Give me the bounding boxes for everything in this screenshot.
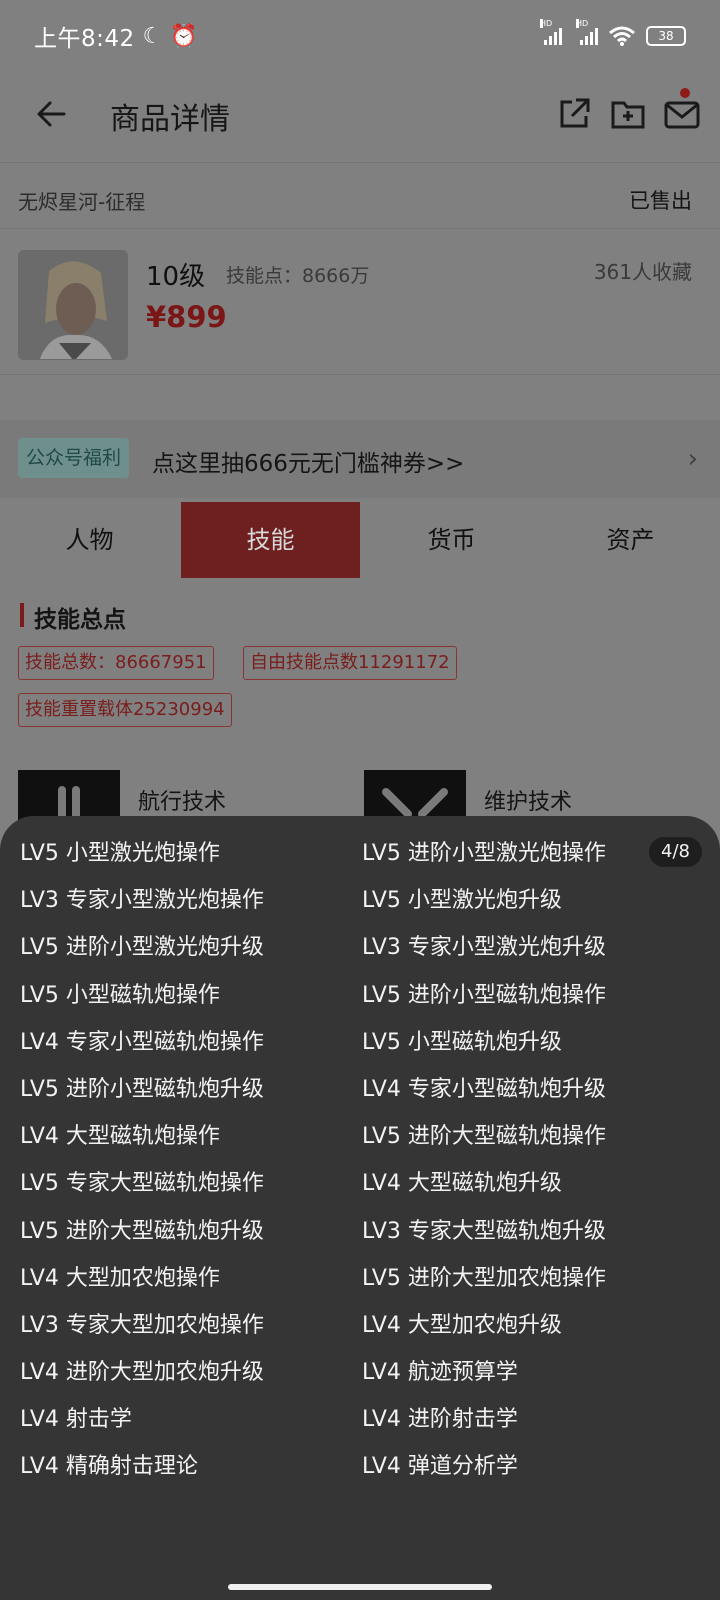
status-badge: 已售出 bbox=[629, 189, 692, 213]
tab-assets[interactable]: 资产 bbox=[541, 502, 720, 578]
skill-item: LV5 进阶小型激光炮操作 bbox=[362, 841, 606, 866]
skill-item: LV4 大型磁轨炮操作 bbox=[20, 1124, 220, 1150]
skill-points: 技能点：8666万 bbox=[226, 265, 370, 287]
message-icon[interactable] bbox=[662, 94, 702, 134]
skill-reset-chip: 技能重置载体25230994 bbox=[18, 693, 232, 727]
moon-icon: ☾ bbox=[142, 23, 163, 49]
skill-item: LV4 弹道分析学 bbox=[362, 1454, 518, 1480]
status-bar: 上午8:42 ☾ ⏰ HD HD 38 bbox=[0, 0, 720, 72]
promo-tag: 公众号福利 bbox=[18, 438, 130, 478]
tab-bar: 人物 技能 货币 资产 bbox=[0, 502, 720, 578]
skill-item: LV3 专家小型激光炮操作 bbox=[20, 888, 264, 914]
account-level: 10级 bbox=[146, 262, 206, 292]
skill-item: LV3 专家小型激光炮升级 bbox=[362, 935, 606, 961]
network-type-label: HD bbox=[576, 19, 589, 28]
alarm-icon: ⏰ bbox=[170, 23, 198, 49]
skill-item: LV5 小型激光炮操作 bbox=[20, 841, 220, 866]
section-title: 技能总点 bbox=[34, 607, 126, 633]
character-portrait-image bbox=[19, 251, 127, 359]
network-type-label: HD bbox=[540, 19, 553, 28]
skill-item: LV5 小型磁轨炮升级 bbox=[362, 1029, 562, 1055]
folder-add-icon[interactable] bbox=[608, 94, 648, 134]
free-skill-points-chip: 自由技能点数11291172 bbox=[243, 646, 457, 680]
skill-item: LV4 专家小型磁轨炮操作 bbox=[20, 1029, 264, 1055]
skill-item: LV5 小型磁轨炮操作 bbox=[20, 982, 220, 1008]
skill-item: LV4 大型加农炮操作 bbox=[20, 1265, 220, 1291]
skill-item: LV5 进阶小型激光炮升级 bbox=[20, 935, 264, 961]
share-icon[interactable] bbox=[554, 94, 594, 134]
signal-icon: HD bbox=[540, 19, 562, 45]
section-marker bbox=[20, 603, 24, 627]
skill-total-chip: 技能总数：86667951 bbox=[18, 646, 214, 680]
battery-icon: 38 bbox=[646, 26, 686, 46]
page-indicator: 4/8 bbox=[649, 837, 702, 867]
skill-item: LV4 专家小型磁轨炮升级 bbox=[362, 1076, 606, 1102]
status-time: 上午8:42 bbox=[34, 26, 135, 52]
skill-item: LV4 精确射击理论 bbox=[20, 1454, 198, 1480]
skill-item: LV4 进阶射击学 bbox=[362, 1407, 518, 1433]
skill-item: LV5 进阶大型磁轨炮操作 bbox=[362, 1124, 606, 1150]
skill-item: LV5 专家大型磁轨炮操作 bbox=[20, 1171, 264, 1197]
skill-item: LV4 进阶大型加农炮升级 bbox=[20, 1360, 264, 1386]
back-arrow-icon[interactable] bbox=[30, 92, 74, 136]
divider bbox=[0, 374, 720, 375]
promo-text[interactable]: 点这里抽666元无门槛神券>> bbox=[152, 444, 464, 478]
skill-item: LV3 专家大型加农炮操作 bbox=[20, 1312, 264, 1338]
category-label: 航行技术 bbox=[138, 790, 227, 815]
notification-dot bbox=[680, 88, 690, 98]
signal-icon: HD bbox=[576, 19, 598, 45]
divider bbox=[0, 162, 720, 163]
skill-item: LV5 小型激光炮升级 bbox=[362, 888, 562, 914]
skill-item: LV5 进阶大型加农炮操作 bbox=[362, 1265, 606, 1291]
tab-currency[interactable]: 货币 bbox=[362, 502, 541, 578]
skill-item: LV5 进阶大型磁轨炮升级 bbox=[20, 1218, 264, 1244]
home-indicator[interactable] bbox=[228, 1584, 492, 1590]
divider bbox=[0, 228, 720, 229]
skill-item: LV4 大型加农炮升级 bbox=[362, 1312, 562, 1338]
app-bar: 商品详情 bbox=[0, 72, 720, 162]
price: ¥899 bbox=[146, 300, 227, 334]
chevron-right-icon[interactable]: › bbox=[688, 444, 698, 474]
game-name: 无烬星河-征程 bbox=[18, 190, 146, 214]
product-avatar[interactable] bbox=[18, 250, 128, 360]
skill-item: LV4 大型磁轨炮升级 bbox=[362, 1171, 562, 1197]
wifi-icon bbox=[609, 26, 635, 46]
skill-list-left: LV5 小型激光炮操作 LV3 专家小型激光炮操作 LV5 进阶小型激光炮升级 … bbox=[20, 837, 264, 1498]
skill-item: LV5 进阶小型磁轨炮操作 bbox=[362, 982, 606, 1008]
skill-list-right: LV5 进阶小型激光炮操作 LV5 小型激光炮升级 LV3 专家小型激光炮升级 … bbox=[362, 837, 606, 1498]
skill-item: LV4 航迹预算学 bbox=[362, 1360, 518, 1386]
skill-item: LV3 专家大型磁轨炮升级 bbox=[362, 1218, 606, 1244]
category-label: 维护技术 bbox=[484, 790, 573, 815]
tab-character[interactable]: 人物 bbox=[0, 502, 179, 578]
favorites-count: 361人收藏 bbox=[593, 260, 692, 284]
skill-item: LV4 射击学 bbox=[20, 1407, 132, 1433]
skill-item: LV5 进阶小型磁轨炮升级 bbox=[20, 1076, 264, 1102]
page-title: 商品详情 bbox=[110, 102, 230, 137]
tab-skills[interactable]: 技能 bbox=[181, 502, 360, 578]
